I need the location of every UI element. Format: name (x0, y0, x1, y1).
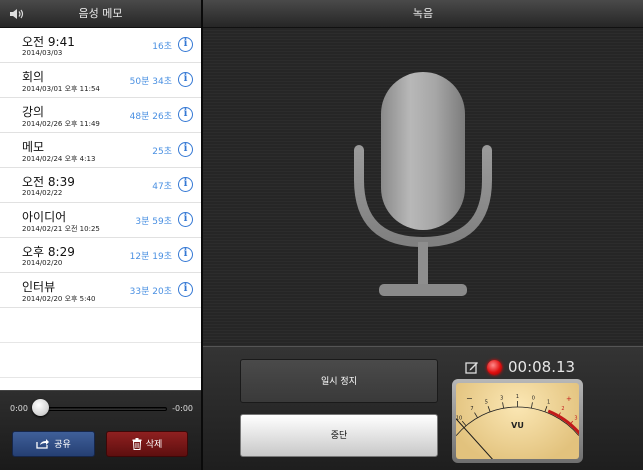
memo-list-title: 음성 메모 (78, 7, 123, 20)
memo-date: 2014/03/01 오후 11:54 (22, 85, 100, 93)
info-icon[interactable]: i (178, 107, 193, 122)
vu-tick (502, 402, 505, 409)
vu-meter: 201075310123+ − + VU (452, 379, 583, 463)
info-icon[interactable]: i (178, 177, 193, 192)
memo-duration: 50분 34초 (129, 77, 172, 87)
recorder-title: 녹음 (412, 7, 434, 20)
info-icon[interactable]: i (178, 72, 193, 87)
edit-icon[interactable] (465, 360, 479, 374)
recording-indicator-dot (487, 360, 502, 375)
memo-title: 회의 (22, 70, 45, 84)
memo-title: 인터뷰 (22, 280, 56, 294)
empty-list-row (0, 308, 201, 343)
vu-tick (544, 406, 548, 412)
memo-duration: 3분 59초 (135, 217, 172, 227)
info-icon[interactable]: i (178, 282, 193, 297)
share-icon (36, 439, 50, 449)
vu-tick (530, 402, 533, 409)
memo-title: 오후 8:29 (22, 245, 75, 259)
memo-title: 메모 (22, 140, 45, 154)
memo-duration: 16초 (152, 42, 172, 52)
vu-scale-label: 1 (547, 399, 550, 405)
vu-tick (474, 412, 478, 418)
memo-title: 오전 9:41 (22, 35, 75, 49)
microphone-icon (354, 72, 492, 296)
memo-row[interactable]: 오후 8:29 2014/02/20 12분 19초 i (0, 238, 201, 273)
memo-row[interactable]: 오전 8:39 2014/02/22 47초 i (0, 168, 201, 203)
memo-list-header: 음성 메모 (0, 0, 201, 28)
memo-duration: 25초 (152, 147, 172, 157)
vu-scale-label: 3 (500, 395, 503, 401)
memo-row[interactable]: 오전 9:41 2014/03/03 16초 i (0, 28, 201, 63)
stop-button[interactable]: 중단 (240, 414, 438, 457)
vu-scale-label: 2 (561, 406, 564, 412)
memo-title: 오전 8:39 (22, 175, 75, 189)
memo-duration: 33분 20초 (129, 287, 172, 297)
memo-row[interactable]: 인터뷰 2014/02/20 오후 5:40 33분 20초 i (0, 273, 201, 308)
pause-button[interactable]: 일시 정지 (240, 359, 438, 403)
memo-date: 2014/02/20 (22, 259, 63, 267)
memo-duration: 47초 (152, 182, 172, 192)
delete-button[interactable]: 삭제 (106, 431, 188, 457)
memo-row[interactable]: 회의 2014/03/01 오후 11:54 50분 34초 i (0, 63, 201, 98)
playback-scrubber-knob[interactable] (32, 399, 49, 416)
memo-duration: 48분 26초 (129, 112, 172, 122)
trash-icon (132, 437, 142, 450)
memo-date: 2014/03/03 (22, 49, 63, 57)
memo-date: 2014/02/26 오후 11:49 (22, 120, 100, 128)
memo-date: 2014/02/20 오후 5:40 (22, 295, 96, 303)
speaker-icon[interactable] (9, 8, 25, 20)
vu-scale-label: 5 (485, 399, 488, 405)
playback-bar: 0:00 -0:00 공유 삭제 (0, 390, 201, 470)
delete-label: 삭제 (145, 440, 163, 450)
memo-title: 아이디어 (22, 210, 67, 224)
share-button[interactable]: 공유 (12, 431, 95, 457)
memo-row[interactable]: 강의 2014/02/26 오후 11:49 48분 26초 i (0, 98, 201, 133)
memo-duration: 12분 19초 (129, 252, 172, 262)
vu-tick (487, 406, 491, 412)
info-icon[interactable]: i (178, 37, 193, 52)
info-icon[interactable]: i (178, 212, 193, 227)
vu-scale-label: 0 (532, 395, 535, 401)
playback-elapsed: 0:00 (10, 404, 28, 413)
memo-list-pane: 음성 메모 오전 9:41 2014/03/03 16초 i 회의 2014/0… (0, 0, 201, 470)
recorder-header: 녹음 (203, 0, 643, 28)
vu-label: VU (511, 421, 524, 430)
vu-scale-label: 1 (516, 394, 519, 400)
recorder-pane: 녹음 일시 정지 중단 00:08.13 10 7 5 3 1 0 1 2 3 … (203, 0, 643, 470)
share-label: 공유 (54, 440, 71, 450)
recorder-controls: 일시 정지 중단 00:08.13 201075310123+ − + VU (203, 346, 643, 470)
memo-date: 2014/02/21 오전 10:25 (22, 225, 100, 233)
vu-plus-sign: + (566, 395, 572, 403)
playback-scrubber-track[interactable] (34, 407, 167, 411)
vu-scale-label: 7 (470, 406, 473, 412)
vu-meter-face: 201075310123+ − + VU (456, 383, 579, 459)
memo-row[interactable]: 메모 2014/02/24 오후 4:13 25초 i (0, 133, 201, 168)
memo-date: 2014/02/24 오후 4:13 (22, 155, 96, 163)
playback-remaining: -0:00 (172, 404, 193, 413)
microphone-display (203, 28, 643, 346)
memo-row[interactable]: 아이디어 2014/02/21 오전 10:25 3분 59초 i (0, 203, 201, 238)
info-icon[interactable]: i (178, 247, 193, 262)
info-icon[interactable]: i (178, 142, 193, 157)
memo-date: 2014/02/22 (22, 189, 63, 197)
memo-title: 강의 (22, 105, 45, 119)
vu-minus-sign: − (466, 394, 473, 403)
recording-elapsed-time: 00:08.13 (508, 358, 576, 376)
memo-list: 오전 9:41 2014/03/03 16초 i 회의 2014/03/01 오… (0, 28, 201, 378)
empty-list-row (0, 343, 201, 378)
